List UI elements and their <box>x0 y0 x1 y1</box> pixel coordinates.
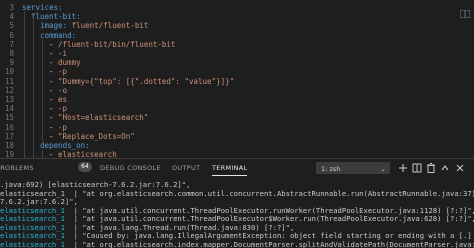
split-icon[interactable] <box>412 162 422 174</box>
panel-tab-bar: PROBLEMS 64 DEBUG CONSOLE OUTPUT TERMINA… <box>0 158 474 179</box>
plus-icon[interactable] <box>398 162 408 174</box>
code-editor[interactable]: 3 services: 4 fluent-bit: 5 image: fluent/flu… <box>0 0 474 158</box>
terminal-line: elasticsearch_1 | "at org.elasticsearch.… <box>0 240 474 248</box>
terminal-select-value: 1: zsh <box>321 165 341 173</box>
code-token: elasticsearch <box>58 150 117 158</box>
indent-guide <box>33 149 34 158</box>
terminal-select[interactable]: 1: zsh ⌄ <box>316 162 390 174</box>
tab-output[interactable]: OUTPUT <box>172 164 200 172</box>
tab-debug-console[interactable]: DEBUG CONSOLE <box>100 164 161 172</box>
chevron-down-icon: ⌄ <box>380 165 386 173</box>
code-token: - <box>49 150 59 158</box>
tab-problems[interactable]: PROBLEMS <box>0 164 34 172</box>
container-name: elasticsearch_1 <box>0 239 65 248</box>
close-icon[interactable] <box>455 162 465 174</box>
indent-guide <box>42 149 43 158</box>
trash-icon[interactable] <box>426 162 436 174</box>
code-line: 19 - elasticsearch <box>0 149 474 158</box>
code-text: - elasticsearch <box>49 149 117 158</box>
problems-count-badge: 64 <box>78 162 92 172</box>
tab-terminal[interactable]: TERMINAL <box>212 164 248 176</box>
chevron-up-icon[interactable] <box>440 162 450 174</box>
line-number: 19 <box>4 150 14 158</box>
editor-actions-icon[interactable] <box>459 3 471 19</box>
terminal-text: | "at org.elasticsearch.index.mapper.Doc… <box>73 239 474 248</box>
indent-guide <box>24 149 25 158</box>
terminal-output[interactable]: .java:692) [elasticsearch-7.6.2.jar:7.6.… <box>0 178 474 248</box>
